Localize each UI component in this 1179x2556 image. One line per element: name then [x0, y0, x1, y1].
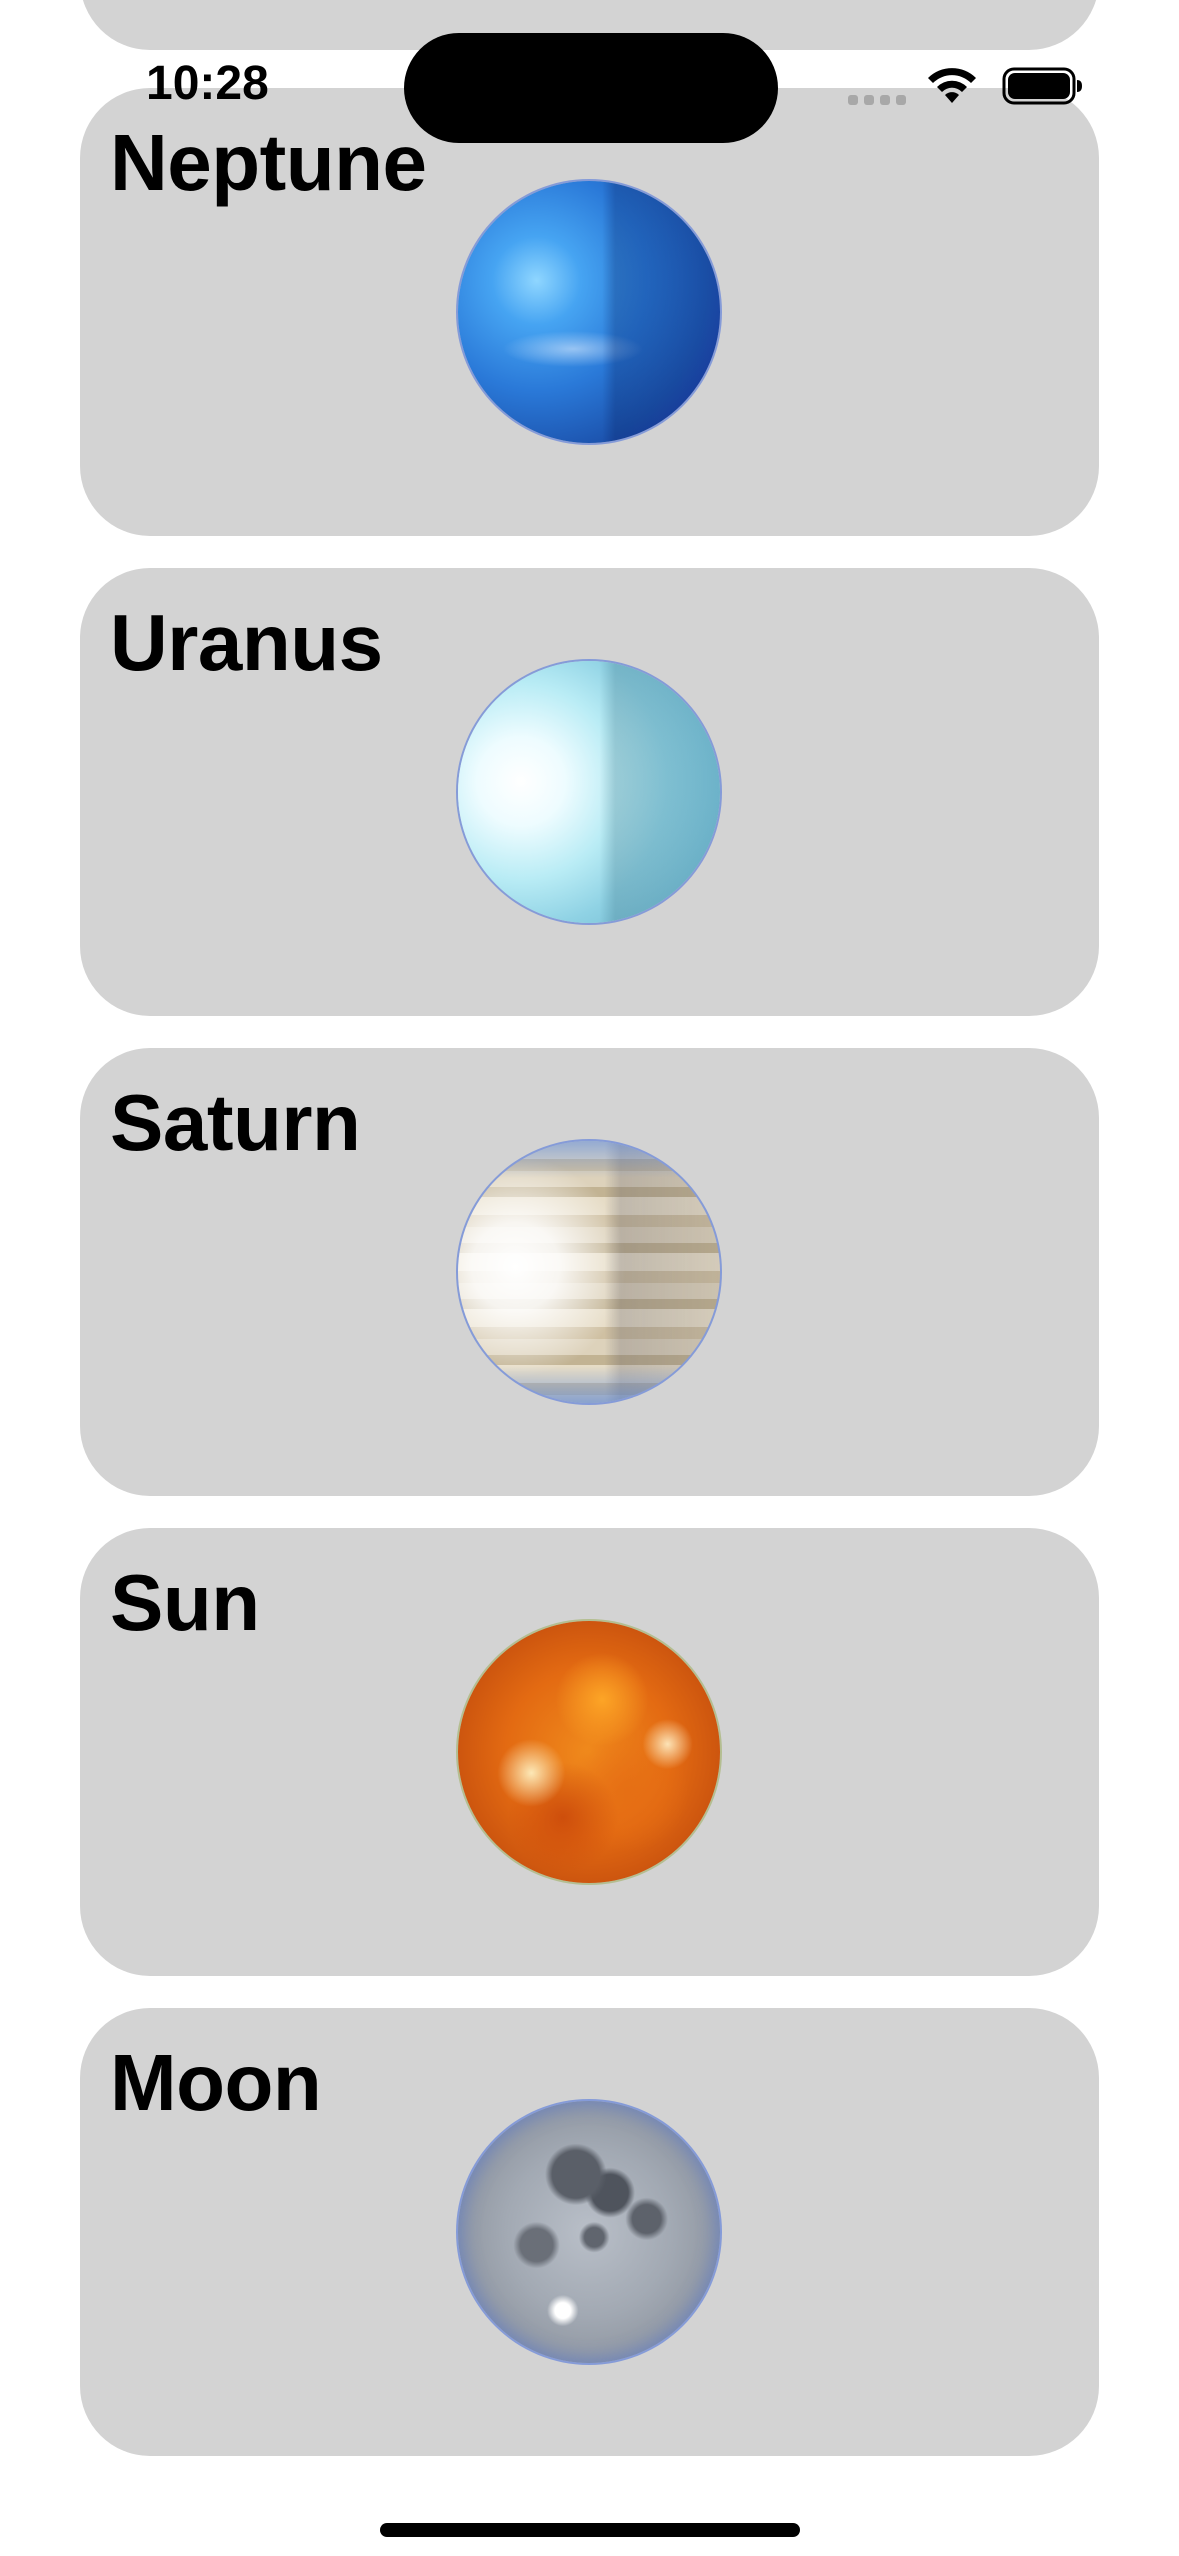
- cellular-signal-icon: [848, 95, 906, 105]
- status-time: 10:28: [146, 57, 269, 110]
- card-title-sun: Sun: [110, 1558, 260, 1647]
- card-saturn[interactable]: Saturn: [80, 1048, 1099, 1496]
- battery-icon: [1002, 67, 1082, 105]
- neptune-globe-icon: [458, 181, 720, 443]
- sun-globe-icon: [458, 1621, 720, 1883]
- planet-list-screen: Neptune Uranus Saturn Sun Moon 10:28: [0, 0, 1179, 2556]
- card-title-moon: Moon: [110, 2038, 322, 2127]
- card-title-neptune: Neptune: [110, 118, 427, 207]
- card-sun[interactable]: Sun: [80, 1528, 1099, 1976]
- card-title-saturn: Saturn: [110, 1078, 361, 1167]
- card-neptune[interactable]: Neptune: [80, 88, 1099, 536]
- card-moon[interactable]: Moon: [80, 2008, 1099, 2456]
- card-title-uranus: Uranus: [110, 598, 383, 687]
- card-uranus[interactable]: Uranus: [80, 568, 1099, 1016]
- dynamic-island: [404, 33, 778, 143]
- moon-globe-icon: [458, 2101, 720, 2363]
- wifi-icon: [928, 68, 976, 103]
- saturn-globe-icon: [458, 1141, 720, 1403]
- uranus-globe-icon: [458, 661, 720, 923]
- home-indicator[interactable]: [380, 2523, 800, 2537]
